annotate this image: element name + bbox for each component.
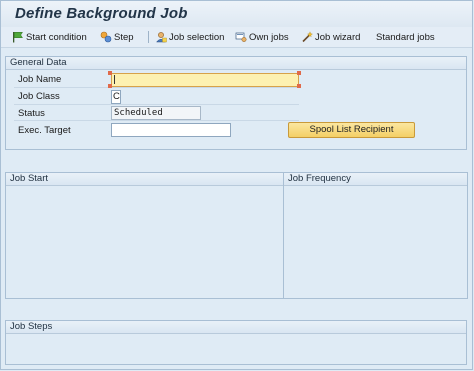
selection-handle [297, 71, 301, 75]
title-bar: Define Background Job [1, 1, 472, 28]
job-class-input[interactable]: C [111, 90, 121, 104]
status-field: Scheduled [111, 106, 201, 120]
job-class-label: Job Class [18, 91, 60, 102]
selection-handle [108, 71, 112, 75]
selection-handle [108, 84, 112, 88]
own-jobs-label: Own jobs [249, 31, 289, 43]
toolbar-separator [148, 31, 149, 43]
wizard-wand-icon [302, 31, 313, 43]
start-condition-button[interactable]: Start condition [12, 30, 87, 44]
selection-handle [297, 84, 301, 88]
job-wizard-label: Job wizard [315, 31, 361, 43]
steps-icon [100, 31, 112, 43]
start-condition-label: Start condition [26, 31, 87, 43]
job-frequency-header: Job Frequency [284, 173, 467, 186]
job-name-label: Job Name [18, 74, 62, 85]
step-button[interactable]: Step [100, 30, 134, 44]
window-title: Define Background Job [15, 5, 188, 22]
job-frequency-panel: Job Frequency [283, 172, 468, 299]
job-selection-icon [155, 32, 167, 43]
job-steps-panel: Job Steps [5, 320, 467, 365]
row-divider [14, 104, 299, 105]
standard-jobs-button[interactable]: Standard jobs [376, 30, 435, 44]
application-toolbar: Start condition Step Job selection Own j… [1, 27, 472, 48]
standard-jobs-label: Standard jobs [376, 31, 435, 43]
job-selection-button[interactable]: Job selection [155, 30, 224, 44]
job-selection-label: Job selection [169, 31, 225, 43]
own-jobs-button[interactable]: Own jobs [235, 30, 289, 44]
job-name-input[interactable] [111, 73, 299, 87]
job-start-header: Job Start [6, 173, 283, 186]
text-cursor [114, 75, 115, 84]
general-data-header: General Data [6, 57, 466, 70]
exec-target-label: Exec. Target [18, 125, 71, 136]
job-start-panel: Job Start [5, 172, 284, 299]
flag-icon [13, 32, 23, 43]
job-wizard-button[interactable]: Job wizard [301, 30, 360, 44]
spool-list-recipient-button[interactable]: Spool List Recipient [288, 122, 415, 138]
exec-target-input[interactable] [111, 123, 231, 137]
row-divider [14, 87, 299, 88]
row-divider [14, 120, 299, 121]
job-steps-header: Job Steps [6, 321, 466, 334]
step-label: Step [114, 31, 134, 43]
own-jobs-icon [235, 32, 247, 42]
status-label: Status [18, 108, 45, 119]
